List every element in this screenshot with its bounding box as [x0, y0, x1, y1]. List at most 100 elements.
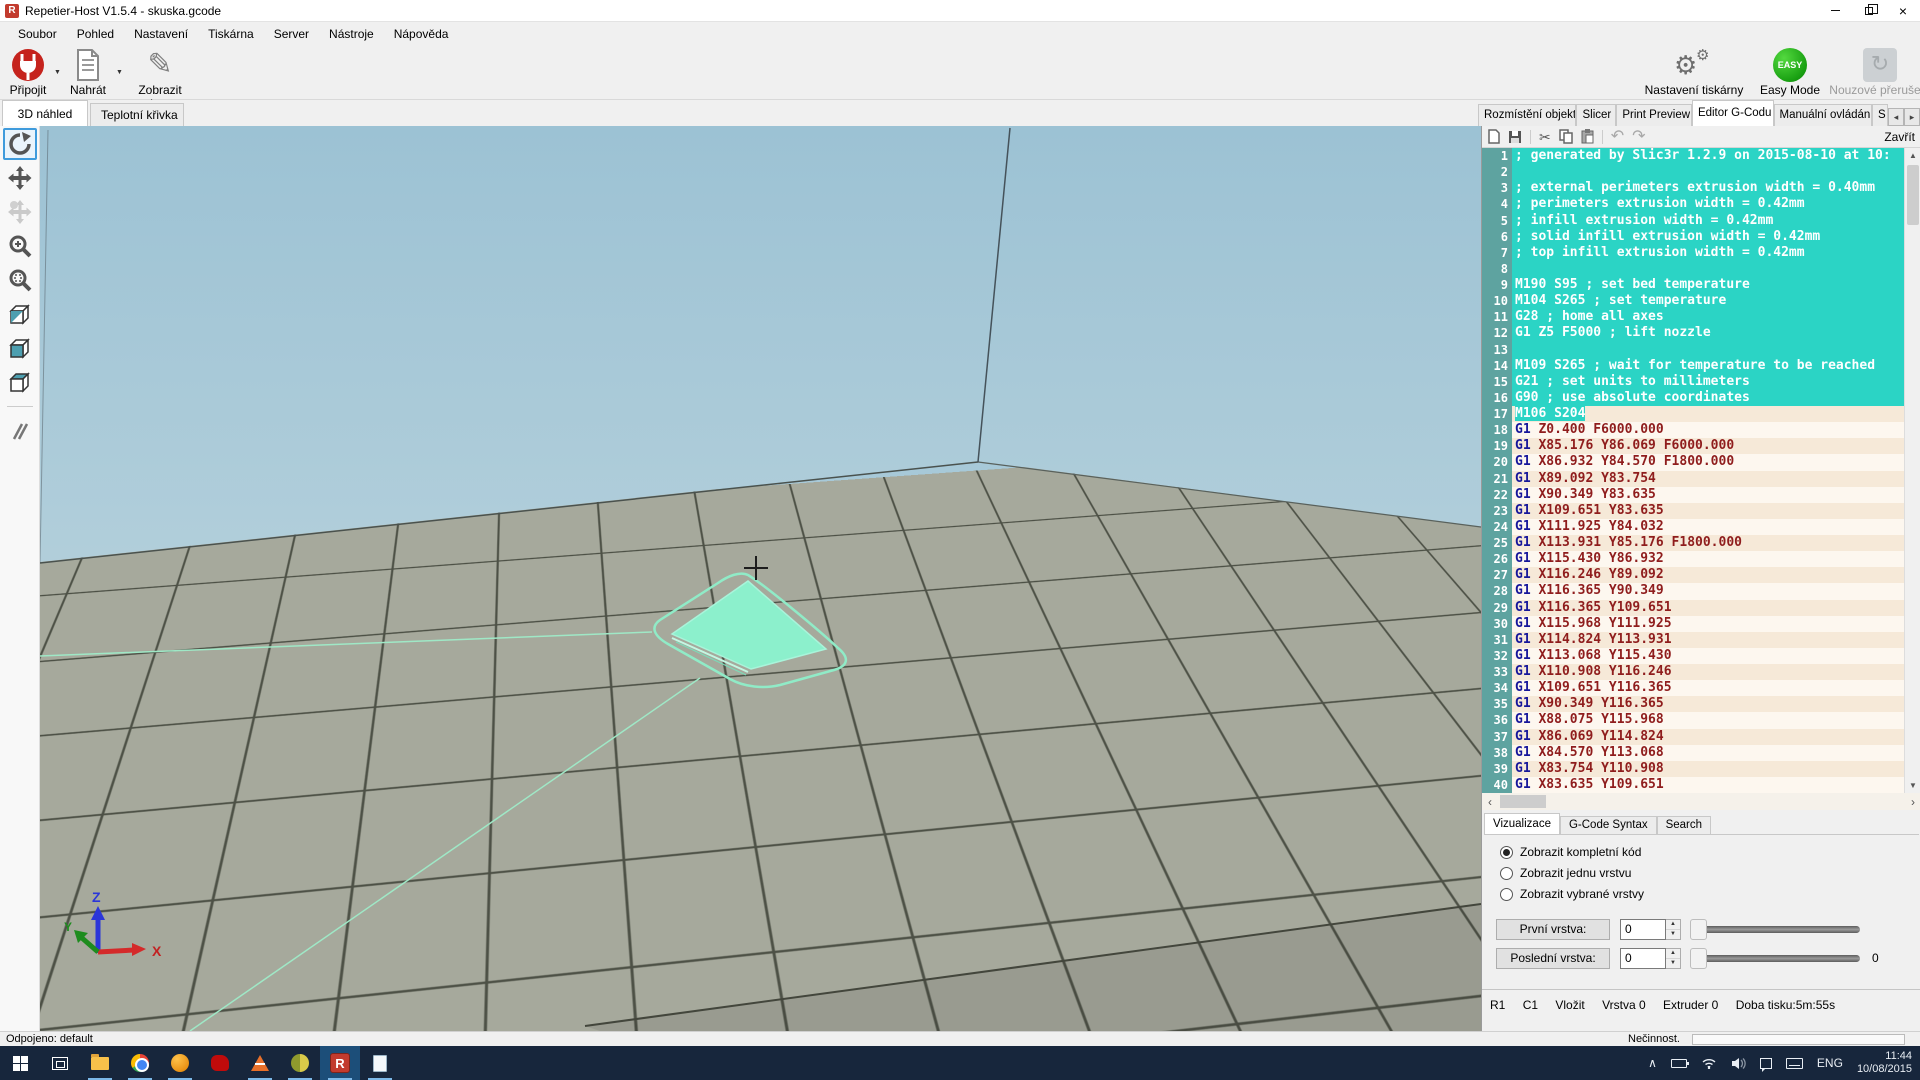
gcode-line[interactable]: 5; infill extrusion width = 0.42mm [1482, 213, 1905, 229]
top-view-tool[interactable] [3, 366, 37, 398]
front-view-tool[interactable] [3, 332, 37, 364]
gcode-line[interactable]: 11G28 ; home all axes [1482, 309, 1905, 325]
action-center-icon[interactable] [1760, 1058, 1772, 1069]
gcode-line[interactable]: 25G1 X113.931 Y85.176 F1800.000 [1482, 535, 1905, 551]
tab-gcode-syntax[interactable]: G-Code Syntax [1560, 816, 1657, 834]
menu-nastaveni[interactable]: Nastavení [124, 24, 198, 44]
gcode-line[interactable]: 34G1 X109.651 Y116.365 [1482, 680, 1905, 696]
gcode-line[interactable]: 20G1 X86.932 Y84.570 F1800.000 [1482, 454, 1905, 470]
gcode-line[interactable]: 13 [1482, 342, 1905, 358]
gcode-line[interactable]: 1; generated by Slic3r 1.2.9 on 2015-08-… [1482, 148, 1905, 164]
upload-button[interactable]: Nahrát [66, 48, 110, 97]
menu-server[interactable]: Server [264, 24, 319, 44]
gcode-line[interactable]: 21G1 X89.092 Y83.754 [1482, 471, 1905, 487]
move-view-tool[interactable] [3, 162, 37, 194]
gcode-line[interactable]: 14M109 S265 ; wait for temperature to be… [1482, 358, 1905, 374]
chrome-button[interactable] [120, 1046, 160, 1080]
copy-icon[interactable] [1559, 129, 1573, 144]
speaker-icon[interactable] [1731, 1057, 1746, 1070]
scroll-up-arrow[interactable]: ▲ [1905, 148, 1920, 163]
first-layer-spinner[interactable]: ▲▼ [1666, 919, 1681, 940]
gcode-line[interactable]: 28G1 X116.365 Y90.349 [1482, 583, 1905, 599]
gcode-line[interactable]: 26G1 X115.430 Y86.932 [1482, 551, 1905, 567]
scroll-down-arrow[interactable]: ▼ [1905, 778, 1920, 793]
tab-3d-nahled[interactable]: 3D náhled [2, 100, 88, 126]
orange-app-button[interactable] [160, 1046, 200, 1080]
vertical-scroll-thumb[interactable] [1907, 165, 1919, 225]
gcode-line[interactable]: 29G1 X116.365 Y109.651 [1482, 600, 1905, 616]
gcode-line[interactable]: 35G1 X90.349 Y116.365 [1482, 696, 1905, 712]
start-button[interactable] [0, 1046, 40, 1080]
restore-button[interactable] [1852, 0, 1886, 21]
notepad-button[interactable] [360, 1046, 400, 1080]
tab-teplotni-krivka[interactable]: Teplotní křivka [90, 103, 184, 126]
scroll-left-arrow[interactable]: ‹ [1482, 795, 1498, 809]
gcode-line[interactable]: 8 [1482, 261, 1905, 277]
gcode-line[interactable]: 30G1 X115.968 Y111.925 [1482, 616, 1905, 632]
gcode-line[interactable]: 4; perimeters extrusion width = 0.42mm [1482, 196, 1905, 212]
new-file-icon[interactable] [1488, 129, 1500, 144]
first-layer-value[interactable]: 0 [1620, 919, 1666, 940]
slicer-app-button[interactable] [280, 1046, 320, 1080]
file-explorer-button[interactable] [80, 1046, 120, 1080]
clock[interactable]: 11:44 10/08/2015 [1857, 1050, 1912, 1076]
gcode-line[interactable]: 3; external perimeters extrusion width =… [1482, 180, 1905, 196]
first-layer-slider[interactable] [1696, 926, 1860, 933]
tab-editor-gcodu[interactable]: Editor G-Codu [1692, 100, 1774, 126]
minimize-button[interactable] [1818, 0, 1852, 21]
menu-napoveda[interactable]: Nápověda [384, 24, 459, 44]
easy-mode-button[interactable]: EASY Easy Mode [1758, 48, 1822, 97]
last-layer-slider-thumb[interactable] [1690, 948, 1707, 969]
gcode-line[interactable]: 12G1 Z5 F5000 ; lift nozzle [1482, 325, 1905, 341]
close-button[interactable]: × [1886, 0, 1920, 21]
repetier-host-button[interactable]: R [320, 1046, 360, 1080]
radio-show-single-layer[interactable]: Zobrazit jednu vrstvu [1500, 865, 1631, 881]
save-icon[interactable] [1508, 130, 1522, 144]
gcode-line[interactable]: 24G1 X111.925 Y84.032 [1482, 519, 1905, 535]
gcode-line[interactable]: 36G1 X88.075 Y115.968 [1482, 712, 1905, 728]
printer-settings-button[interactable]: ⚙⚙ Nastavení tiskárny [1638, 48, 1750, 97]
connect-button[interactable]: Připojit [6, 48, 50, 97]
isometric-view-tool[interactable] [3, 298, 37, 330]
editor-horizontal-scrollbar[interactable]: ‹ › [1482, 793, 1920, 810]
gcode-line[interactable]: 19G1 X85.176 Y86.069 F6000.000 [1482, 438, 1905, 454]
editor-vertical-scrollbar[interactable]: ▲ ▼ [1904, 148, 1920, 793]
tab-scroll-right-button[interactable]: ▸ [1904, 108, 1920, 126]
gcode-line[interactable]: 17M106 S204 [1482, 406, 1905, 422]
menu-pohled[interactable]: Pohled [67, 24, 124, 44]
gcode-line[interactable]: 33G1 X110.908 Y116.246 [1482, 664, 1905, 680]
wifi-icon[interactable] [1701, 1057, 1717, 1069]
connect-dropdown-caret[interactable]: ▼ [54, 69, 61, 76]
gcode-line[interactable]: 40G1 X83.635 Y109.651 [1482, 777, 1905, 793]
red-app-button[interactable] [200, 1046, 240, 1080]
gcode-line[interactable]: 23G1 X109.651 Y83.635 [1482, 503, 1905, 519]
tab-search[interactable]: Search [1657, 816, 1711, 834]
gcode-line[interactable]: 15G21 ; set units to millimeters [1482, 374, 1905, 390]
gcode-line[interactable]: 16G90 ; use absolute coordinates [1482, 390, 1905, 406]
battery-icon[interactable] [1671, 1059, 1687, 1068]
zoom-in-tool[interactable] [3, 230, 37, 262]
paste-icon[interactable] [1581, 129, 1594, 144]
horizontal-scroll-thumb[interactable] [1500, 795, 1546, 808]
gcode-line[interactable]: 9M190 S95 ; set bed temperature [1482, 277, 1905, 293]
last-layer-slider[interactable] [1696, 955, 1860, 962]
language-indicator[interactable]: ENG [1817, 1056, 1843, 1070]
last-layer-spinner[interactable]: ▲▼ [1666, 948, 1681, 969]
zoom-fit-tool[interactable] [3, 264, 37, 296]
menu-soubor[interactable]: Soubor [8, 24, 67, 44]
tab-scroll-left-button[interactable]: ◂ [1888, 108, 1904, 126]
menu-nastroje[interactable]: Nástroje [319, 24, 384, 44]
vlc-button[interactable] [240, 1046, 280, 1080]
tab-slicer[interactable]: Slicer [1576, 104, 1616, 126]
tab-vizualizace[interactable]: Vizualizace [1484, 813, 1560, 834]
gcode-line[interactable]: 18G1 Z0.400 F6000.000 [1482, 422, 1905, 438]
gcode-line[interactable]: 22G1 X90.349 Y83.635 [1482, 487, 1905, 503]
gcode-line[interactable]: 10M104 S265 ; set temperature [1482, 293, 1905, 309]
gcode-editor[interactable]: 1; generated by Slic3r 1.2.9 on 2015-08-… [1482, 148, 1905, 793]
gcode-line[interactable]: 37G1 X86.069 Y114.824 [1482, 729, 1905, 745]
rotate-view-tool[interactable] [3, 128, 37, 160]
touch-keyboard-icon[interactable] [1786, 1058, 1803, 1069]
first-layer-slider-thumb[interactable] [1690, 919, 1707, 940]
upload-dropdown-caret[interactable]: ▼ [116, 69, 123, 76]
tab-clipped[interactable]: S [1872, 104, 1888, 126]
